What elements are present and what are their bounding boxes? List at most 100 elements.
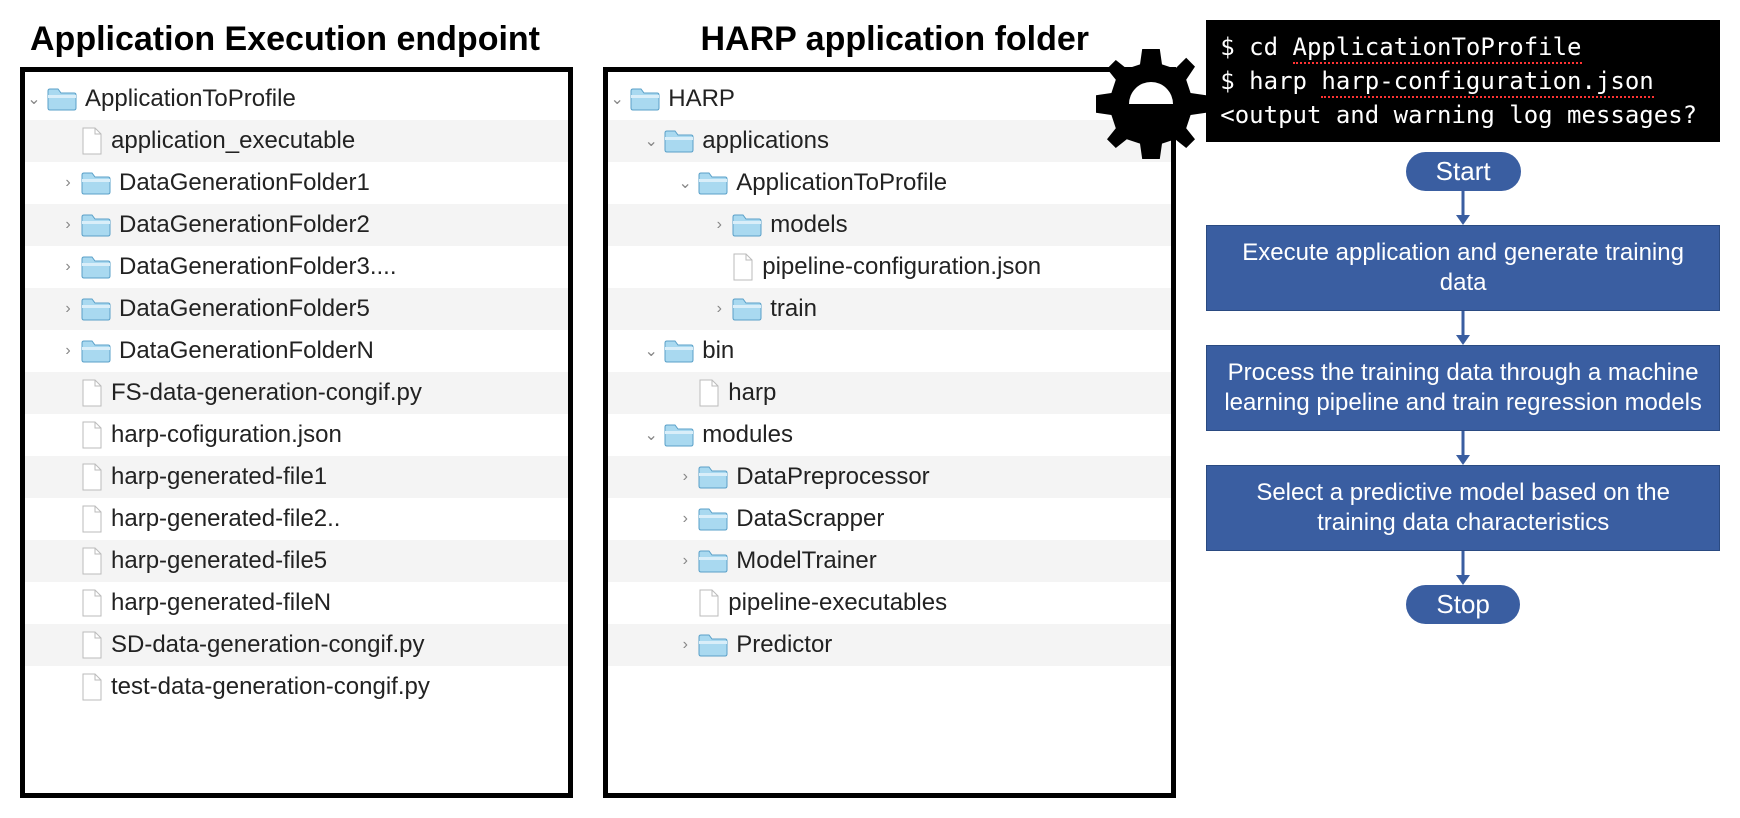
chevron-right-icon[interactable]: › [676,468,694,486]
folder-icon [81,339,111,363]
tree-row[interactable]: › Predictor [608,624,1171,666]
tree-item-label: ApplicationToProfile [736,169,947,197]
tree-row[interactable]: › DataGenerationFolder3.... [25,246,568,288]
tree-row[interactable]: › models [608,204,1171,246]
flow-panel: $ cd ApplicationToProfile $ harp harp-co… [1206,20,1720,798]
tree-row[interactable]: › DataPreprocessor [608,456,1171,498]
tree-row[interactable]: › ModelTrainer [608,540,1171,582]
tree-row[interactable]: ⌄ modules [608,414,1171,456]
tree-item-label: ApplicationToProfile [85,85,296,113]
tree-item-label: harp-generated-file2.. [111,505,340,533]
file-icon [81,547,103,575]
flow-step-2: Process the training data through a mach… [1206,345,1720,431]
tree-item-label: SD-data-generation-congif.py [111,631,425,659]
tree-row[interactable]: › train [608,288,1171,330]
chevron-right-icon[interactable]: › [710,216,728,234]
tree-item-label: modules [702,421,793,449]
tree-row[interactable]: ⌄ HARP [608,78,1171,120]
chevron-right-icon[interactable]: › [676,552,694,570]
chevron-down-icon[interactable]: ⌄ [608,89,626,109]
tree-row[interactable]: ⌄ ApplicationToProfile [25,78,568,120]
tree-item-label: models [770,211,847,239]
flow-stop: Stop [1406,585,1520,624]
folder-icon [698,171,728,195]
tree-row[interactable]: FS-data-generation-congif.py [25,372,568,414]
tree-row[interactable]: harp [608,372,1171,414]
tree-row[interactable]: › DataGenerationFolder1 [25,162,568,204]
arrow-down-icon [1454,191,1472,225]
folder-icon [47,87,77,111]
folder-icon [630,87,660,111]
tree-row[interactable]: pipeline-executables [608,582,1171,624]
chevron-right-icon[interactable]: › [676,510,694,528]
tree-row[interactable]: ⌄ applications [608,120,1171,162]
folder-icon [81,297,111,321]
tree-item-label: harp-generated-file1 [111,463,327,491]
folder-icon [698,507,728,531]
tree-row[interactable]: › DataGenerationFolderN [25,330,568,372]
tree-row[interactable]: pipeline-configuration.json [608,246,1171,288]
tree-item-label: bin [702,337,734,365]
tree-row[interactable]: ⌄ ApplicationToProfile [608,162,1171,204]
chevron-right-icon[interactable]: › [59,342,77,360]
tree-row[interactable]: SD-data-generation-congif.py [25,624,568,666]
chevron-right-icon[interactable]: › [676,636,694,654]
tree-item-label: harp-cofiguration.json [111,421,342,449]
chevron-down-icon[interactable]: ⌄ [642,131,660,151]
mid-panel: HARP application folder ⌄ HARP⌄ applicat… [603,20,1176,798]
chevron-down-icon[interactable]: ⌄ [676,173,694,193]
tree-item-label: Predictor [736,631,832,659]
file-icon [81,127,103,155]
tree-item-label: DataGenerationFolder2 [119,211,370,239]
tree-item-label: DataPreprocessor [736,463,929,491]
tree-row[interactable]: › DataGenerationFolder2 [25,204,568,246]
folder-icon [732,213,762,237]
gear-icon [1096,49,1206,159]
folder-icon [698,549,728,573]
tree-item-label: DataGenerationFolder3.... [119,253,397,281]
tree-item-label: harp-generated-fileN [111,589,331,617]
file-icon [698,379,720,407]
tree-item-label: applications [702,127,829,155]
left-tree[interactable]: ⌄ ApplicationToProfile application_execu… [20,67,573,798]
terminal-block: $ cd ApplicationToProfile $ harp harp-co… [1206,20,1720,142]
chevron-right-icon[interactable]: › [59,216,77,234]
folder-icon [698,633,728,657]
left-panel: Application Execution endpoint ⌄ Applica… [20,20,573,798]
tree-row[interactable]: harp-generated-file1 [25,456,568,498]
tree-row[interactable]: harp-cofiguration.json [25,414,568,456]
tree-item-label: harp-generated-file5 [111,547,327,575]
tree-row[interactable]: ⌄ bin [608,330,1171,372]
tree-item-label: application_executable [111,127,355,155]
tree-row[interactable]: harp-generated-file2.. [25,498,568,540]
terminal-prompt: $ harp [1220,67,1321,95]
chevron-right-icon[interactable]: › [59,174,77,192]
file-icon [81,463,103,491]
folder-icon [698,465,728,489]
tree-item-label: train [770,295,817,323]
mid-tree[interactable]: ⌄ HARP⌄ applications⌄ ApplicationToProfi… [603,67,1176,798]
file-icon [81,673,103,701]
tree-item-label: HARP [668,85,735,113]
flow-step-3: Select a predictive model based on the t… [1206,465,1720,551]
tree-row[interactable]: test-data-generation-congif.py [25,666,568,708]
tree-row[interactable]: harp-generated-file5 [25,540,568,582]
folder-icon [81,213,111,237]
flow-step-1: Execute application and generate trainin… [1206,225,1720,311]
file-icon [81,631,103,659]
chevron-down-icon[interactable]: ⌄ [642,425,660,445]
tree-row[interactable]: harp-generated-fileN [25,582,568,624]
chevron-down-icon[interactable]: ⌄ [25,89,43,109]
chevron-right-icon[interactable]: › [710,300,728,318]
chevron-right-icon[interactable]: › [59,258,77,276]
tree-item-label: DataScrapper [736,505,884,533]
chevron-down-icon[interactable]: ⌄ [642,341,660,361]
tree-item-label: test-data-generation-congif.py [111,673,430,701]
folder-icon [664,423,694,447]
tree-row[interactable]: application_executable [25,120,568,162]
tree-row[interactable]: › DataGenerationFolder5 [25,288,568,330]
file-icon [81,589,103,617]
folder-icon [664,129,694,153]
chevron-right-icon[interactable]: › [59,300,77,318]
tree-row[interactable]: › DataScrapper [608,498,1171,540]
